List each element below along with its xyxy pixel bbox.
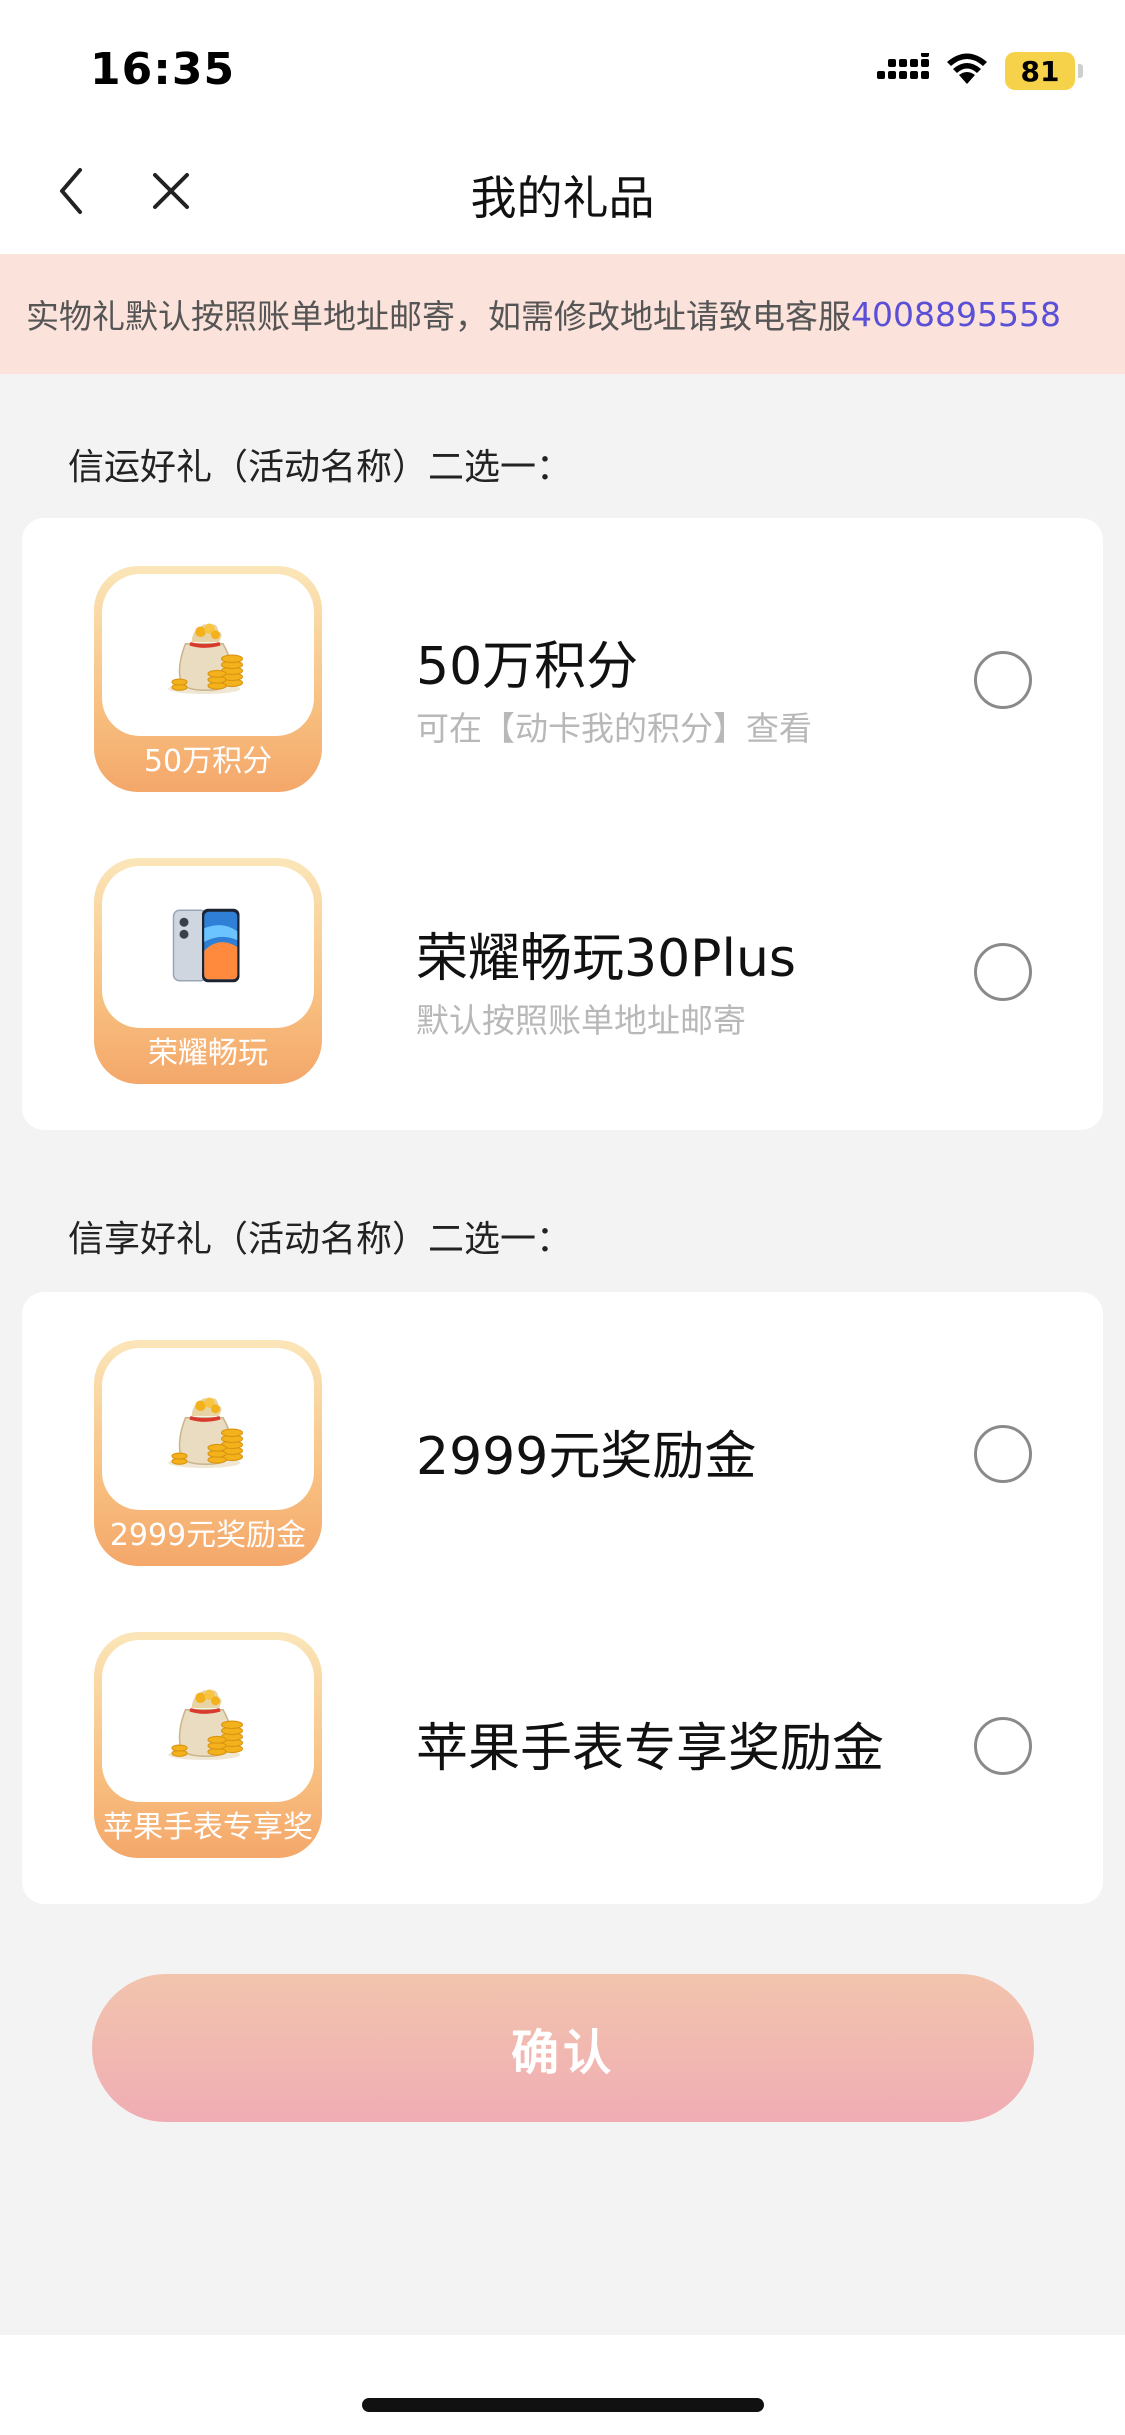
radio-button[interactable]: [974, 651, 1032, 709]
home-indicator[interactable]: [362, 2398, 764, 2412]
service-phone-link[interactable]: 4008895558: [851, 295, 1061, 334]
gift-title: 50万积分: [416, 637, 639, 697]
gift-thumbnail: 荣耀畅玩: [94, 858, 322, 1084]
gift-page: 16:35 81 我的礼品 实物礼默认按照账单地址邮寄，如需修改地址请致电客服 …: [0, 0, 1125, 2435]
gift-thumbnail: 2999元奖励金: [94, 1340, 322, 1566]
bottom-safe-area: [0, 2335, 1125, 2435]
gift-option[interactable]: 2999元奖励金 2999元奖励金: [22, 1340, 1103, 1572]
thumbnail-label: 苹果手表专享奖: [103, 1810, 313, 1845]
gift-thumbnail: 苹果手表专享奖: [94, 1632, 322, 1858]
status-time: 16:35: [90, 44, 236, 95]
thumbnail-label: 荣耀畅玩: [148, 1036, 268, 1071]
smartphone-icon: [163, 905, 253, 989]
confirm-button[interactable]: 确认: [92, 1974, 1034, 2122]
address-notice: 实物礼默认按照账单地址邮寄，如需修改地址请致电客服 4008895558: [0, 254, 1125, 374]
section-title: 信享好礼（活动名称）二选一：: [68, 1219, 573, 1260]
gift-option[interactable]: 苹果手表专享奖 苹果手表专享奖励金: [22, 1632, 1103, 1864]
radio-button[interactable]: [974, 1425, 1032, 1483]
gift-title: 2999元奖励金: [416, 1427, 757, 1487]
gift-title: 荣耀畅玩30Plus: [416, 929, 797, 989]
navigation-bar: 我的礼品: [0, 132, 1125, 254]
thumbnail-label: 50万积分: [143, 744, 273, 779]
wifi-icon: [945, 52, 989, 90]
thumbnail-label: 2999元奖励金: [109, 1518, 307, 1553]
status-bar: 16:35 81: [0, 0, 1125, 132]
money-bag-icon: [163, 1679, 253, 1763]
gift-card-group: 50万积分 50万积分 可在【动卡我的积分】查看 荣耀畅玩 荣耀畅玩30Plus…: [22, 518, 1103, 1130]
gift-subtitle: 默认按照账单地址邮寄: [416, 1001, 746, 1040]
status-icons: 81: [877, 48, 1083, 94]
gift-option[interactable]: 50万积分 50万积分 可在【动卡我的积分】查看: [22, 566, 1103, 798]
gift-title: 苹果手表专享奖励金: [416, 1719, 885, 1779]
gift-card-group: 2999元奖励金 2999元奖励金 苹果手表专享奖 苹果手表专享奖励金: [22, 1292, 1103, 1904]
money-bag-icon: [163, 613, 253, 697]
radio-button[interactable]: [974, 1717, 1032, 1775]
section-title: 信运好礼（活动名称）二选一：: [68, 447, 573, 488]
money-bag-icon: [163, 1387, 253, 1471]
gift-option[interactable]: 荣耀畅玩 荣耀畅玩30Plus 默认按照账单地址邮寄: [22, 858, 1103, 1090]
gift-thumbnail: 50万积分: [94, 566, 322, 792]
gift-subtitle: 可在【动卡我的积分】查看: [416, 709, 812, 748]
notice-text: 实物礼默认按照账单地址邮寄，如需修改地址请致电客服: [26, 297, 851, 336]
battery-icon: 81: [1005, 52, 1083, 90]
radio-button[interactable]: [974, 943, 1032, 1001]
cellular-signal-icon: [877, 49, 929, 89]
page-title: 我的礼品: [470, 171, 655, 225]
